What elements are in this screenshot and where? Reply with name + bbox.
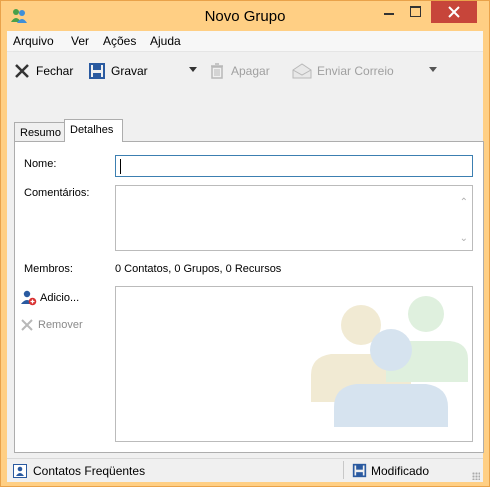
minimize-button[interactable] bbox=[375, 1, 403, 22]
save-toolbar-label: Gravar bbox=[111, 64, 148, 78]
toolbar: Fechar Gravar Apagar Enviar Correio bbox=[7, 52, 483, 88]
members-count: 0 Contatos, 0 Grupos, 0 Recursos bbox=[115, 263, 282, 275]
menu-acoes[interactable]: Ações bbox=[103, 34, 136, 48]
send-toolbar-button[interactable]: Enviar Correio bbox=[292, 61, 394, 81]
name-label: Nome: bbox=[24, 158, 57, 170]
text-cursor bbox=[120, 159, 121, 174]
delete-toolbar-label: Apagar bbox=[231, 64, 270, 78]
tab-resumo[interactable]: Resumo bbox=[14, 122, 65, 142]
maximize-icon bbox=[410, 6, 421, 17]
remove-member-button[interactable]: Remover bbox=[20, 318, 83, 332]
maximize-button[interactable] bbox=[402, 1, 430, 22]
add-person-icon bbox=[21, 290, 37, 306]
members-list[interactable] bbox=[115, 286, 473, 442]
x-icon bbox=[15, 64, 29, 78]
trash-icon bbox=[211, 63, 223, 79]
minimize-icon bbox=[384, 13, 394, 15]
envelope-icon bbox=[292, 63, 312, 79]
menu-bar: Arquivo Ver Ações Ajuda bbox=[7, 31, 483, 52]
menu-ver[interactable]: Ver bbox=[71, 34, 89, 48]
delete-toolbar-button[interactable]: Apagar bbox=[208, 61, 270, 81]
menu-arquivo[interactable]: Arquivo bbox=[13, 34, 54, 48]
resize-grip-icon[interactable] bbox=[472, 472, 480, 480]
window: Novo Grupo Arquivo Ver Ações Ajuda Fecha… bbox=[0, 0, 490, 487]
save-dropdown-arrow-icon[interactable] bbox=[189, 67, 197, 72]
modified-label: Modificado bbox=[371, 464, 430, 478]
scroll-up-icon[interactable]: ⌃ bbox=[460, 197, 468, 208]
scroll-down-icon[interactable]: ⌄ bbox=[460, 233, 468, 244]
close-button[interactable] bbox=[431, 1, 477, 23]
floppy-icon bbox=[352, 463, 367, 478]
send-toolbar-label: Enviar Correio bbox=[317, 64, 394, 78]
x-icon bbox=[21, 319, 33, 331]
comments-textarea[interactable]: ⌃ ⌄ bbox=[115, 185, 473, 251]
save-toolbar-button[interactable]: Gravar bbox=[88, 61, 148, 81]
tab-detalhes[interactable]: Detalhes bbox=[64, 119, 123, 142]
status-divider bbox=[343, 461, 344, 479]
send-dropdown-arrow-icon[interactable] bbox=[429, 67, 437, 72]
title-bar[interactable]: Novo Grupo bbox=[1, 1, 489, 31]
name-input[interactable] bbox=[115, 155, 473, 177]
people-watermark-icon bbox=[311, 296, 468, 427]
close-icon bbox=[448, 6, 460, 18]
frequent-contacts-label[interactable]: Contatos Freqüentes bbox=[33, 464, 145, 478]
close-toolbar-button[interactable]: Fechar bbox=[13, 61, 73, 81]
members-label: Membros: bbox=[24, 263, 73, 275]
status-bar: Contatos Freqüentes Modificado bbox=[7, 458, 483, 482]
add-member-button[interactable]: Adicio... bbox=[20, 290, 79, 306]
floppy-icon bbox=[89, 63, 105, 79]
add-member-label: Adicio... bbox=[40, 292, 80, 304]
menu-ajuda[interactable]: Ajuda bbox=[150, 34, 181, 48]
details-panel: Nome: Comentários: ⌃ ⌄ Membros: 0 Contat… bbox=[14, 141, 484, 453]
comments-label: Comentários: bbox=[24, 187, 90, 199]
remove-member-label: Remover bbox=[38, 319, 83, 331]
contacts-card-icon bbox=[13, 464, 27, 478]
close-toolbar-label: Fechar bbox=[36, 64, 74, 78]
